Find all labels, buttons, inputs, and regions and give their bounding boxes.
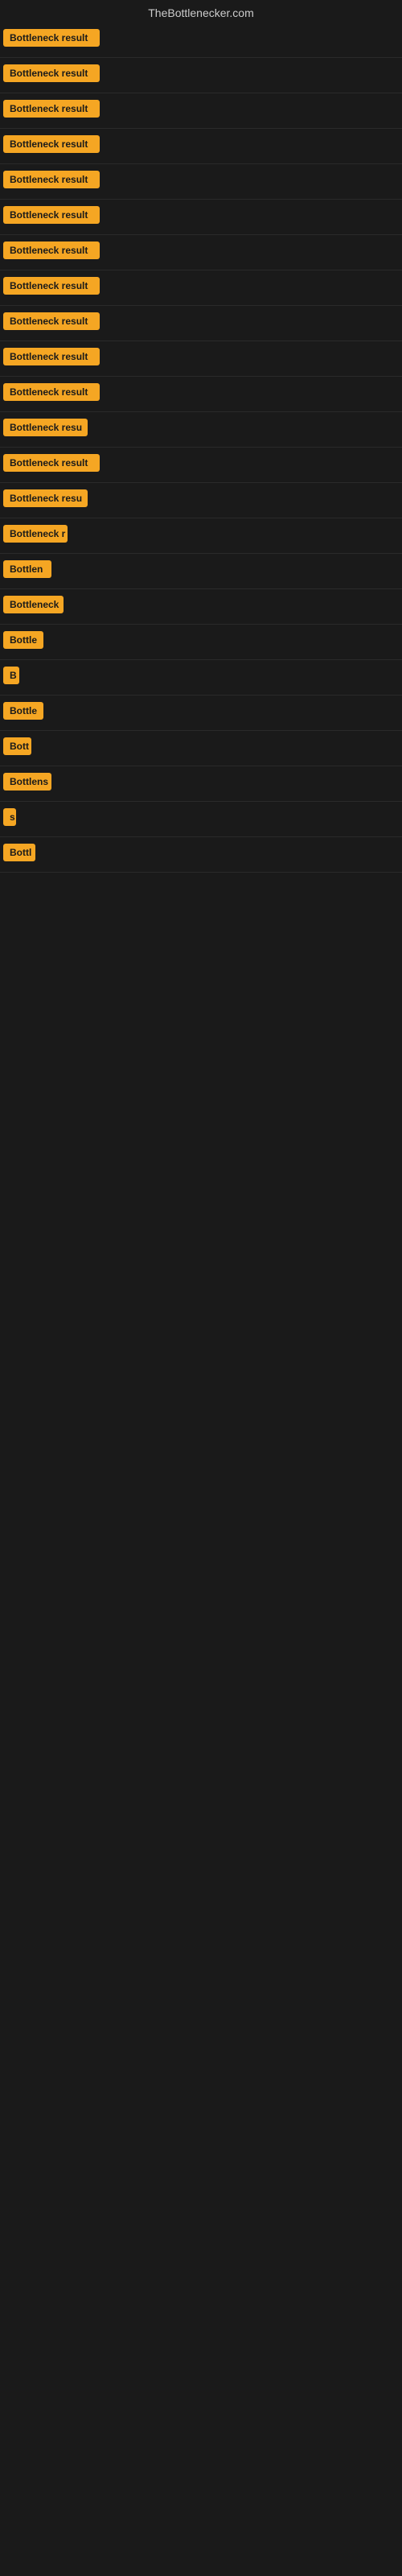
bottleneck-badge-8[interactable]: Bottleneck result	[3, 312, 100, 330]
bottleneck-badge-19[interactable]: Bottle	[3, 702, 43, 720]
result-row: Bottleneck result	[0, 23, 402, 58]
results-list: Bottleneck result Bottleneck result Bottle…	[0, 23, 402, 873]
bottleneck-badge-23[interactable]: Bottl	[3, 844, 35, 861]
bar-area-19	[50, 705, 399, 721]
bar-area-23	[42, 847, 399, 863]
badge-wrap: Bottleneck	[3, 596, 64, 617]
badge-wrap: s	[3, 808, 16, 830]
bottleneck-badge-9[interactable]: Bottleneck result	[3, 348, 100, 365]
badge-wrap: Bottleneck result	[3, 348, 100, 369]
bar-area-14	[74, 528, 399, 544]
badge-wrap: Bottleneck result	[3, 100, 100, 122]
bottleneck-badge-5[interactable]: Bottleneck result	[3, 206, 100, 224]
bar-area-9	[106, 351, 399, 367]
result-row: Bottleneck result	[0, 306, 402, 341]
bottleneck-badge-20[interactable]: Bott	[3, 737, 31, 755]
result-row: Bottleneck result	[0, 164, 402, 200]
bottleneck-badge-12[interactable]: Bottleneck result	[3, 454, 100, 472]
bottleneck-badge-13[interactable]: Bottleneck resu	[3, 489, 88, 507]
bar-area-3	[106, 138, 399, 155]
result-row: Bottleneck result	[0, 200, 402, 235]
bar-area-8	[106, 316, 399, 332]
result-row: Bottleneck result	[0, 448, 402, 483]
bar-area-0	[106, 32, 399, 48]
bar-area-6	[106, 245, 399, 261]
bottleneck-badge-7[interactable]: Bottleneck result	[3, 277, 100, 295]
bottleneck-badge-4[interactable]: Bottleneck result	[3, 171, 100, 188]
bottleneck-badge-10[interactable]: Bottleneck result	[3, 383, 100, 401]
bar-area-22	[23, 811, 399, 828]
bar-area-11	[94, 422, 399, 438]
badge-wrap: Bott	[3, 737, 31, 759]
bottleneck-badge-22[interactable]: s	[3, 808, 16, 826]
site-title: TheBottlenecker.com	[148, 6, 254, 19]
result-row: Bottleneck	[0, 589, 402, 625]
bottleneck-badge-6[interactable]: Bottleneck result	[3, 242, 100, 259]
bar-area-15	[58, 564, 399, 580]
bottleneck-badge-16[interactable]: Bottleneck	[3, 596, 64, 613]
bottleneck-badge-15[interactable]: Bottlen	[3, 560, 51, 578]
result-row: Bottleneck resu	[0, 412, 402, 448]
bar-area-20	[38, 741, 399, 757]
result-row: Bottleneck result	[0, 58, 402, 93]
bar-area-16	[70, 599, 399, 615]
bar-area-5	[106, 209, 399, 225]
bottleneck-badge-2[interactable]: Bottleneck result	[3, 100, 100, 118]
result-row: Bottle	[0, 625, 402, 660]
badge-wrap: Bottleneck result	[3, 135, 100, 157]
badge-wrap: Bottleneck result	[3, 206, 100, 228]
badge-wrap: Bottleneck result	[3, 242, 100, 263]
bar-area-21	[58, 776, 399, 792]
bar-area-12	[106, 457, 399, 473]
badge-wrap: Bottleneck resu	[3, 489, 88, 511]
result-row: s	[0, 802, 402, 837]
bottleneck-badge-17[interactable]: Bottle	[3, 631, 43, 649]
badge-wrap: Bottleneck result	[3, 277, 100, 299]
bottleneck-badge-11[interactable]: Bottleneck resu	[3, 419, 88, 436]
result-row: Bottlens	[0, 766, 402, 802]
result-row: Bottle	[0, 696, 402, 731]
bar-area-18	[26, 670, 399, 686]
bar-area-1	[106, 68, 399, 84]
badge-wrap: Bottleneck r	[3, 525, 68, 547]
result-row: Bottlen	[0, 554, 402, 589]
badge-wrap: Bottle	[3, 631, 43, 653]
site-header: TheBottlenecker.com	[0, 0, 402, 23]
badge-wrap: Bottlens	[3, 773, 51, 795]
badge-wrap: Bottleneck result	[3, 454, 100, 476]
badge-wrap: Bottl	[3, 844, 35, 865]
result-row: Bottleneck result	[0, 129, 402, 164]
bar-area-2	[106, 103, 399, 119]
result-row: Bottl	[0, 837, 402, 873]
badge-wrap: Bottleneck resu	[3, 419, 88, 440]
result-row: Bottleneck result	[0, 341, 402, 377]
bar-area-7	[106, 280, 399, 296]
bar-area-4	[106, 174, 399, 190]
bar-area-13	[94, 493, 399, 509]
bottleneck-badge-3[interactable]: Bottleneck result	[3, 135, 100, 153]
bottleneck-badge-0[interactable]: Bottleneck result	[3, 29, 100, 47]
badge-wrap: Bottleneck result	[3, 171, 100, 192]
badge-wrap: Bottleneck result	[3, 29, 100, 51]
result-row: Bottleneck result	[0, 270, 402, 306]
result-row: Bottleneck result	[0, 235, 402, 270]
badge-wrap: Bottleneck result	[3, 383, 100, 405]
result-row: Bott	[0, 731, 402, 766]
badge-wrap: Bottleneck result	[3, 312, 100, 334]
badge-wrap: Bottleneck result	[3, 64, 100, 86]
result-row: Bottleneck result	[0, 93, 402, 129]
bottleneck-badge-18[interactable]: B	[3, 667, 19, 684]
result-row: Bottleneck resu	[0, 483, 402, 518]
result-row: B	[0, 660, 402, 696]
badge-wrap: Bottlen	[3, 560, 51, 582]
bar-area-10	[106, 386, 399, 402]
bottleneck-badge-14[interactable]: Bottleneck r	[3, 525, 68, 543]
result-row: Bottleneck result	[0, 377, 402, 412]
bottleneck-badge-21[interactable]: Bottlens	[3, 773, 51, 791]
bottleneck-badge-1[interactable]: Bottleneck result	[3, 64, 100, 82]
badge-wrap: Bottle	[3, 702, 43, 724]
result-row: Bottleneck r	[0, 518, 402, 554]
bar-area-17	[50, 634, 399, 650]
badge-wrap: B	[3, 667, 19, 688]
